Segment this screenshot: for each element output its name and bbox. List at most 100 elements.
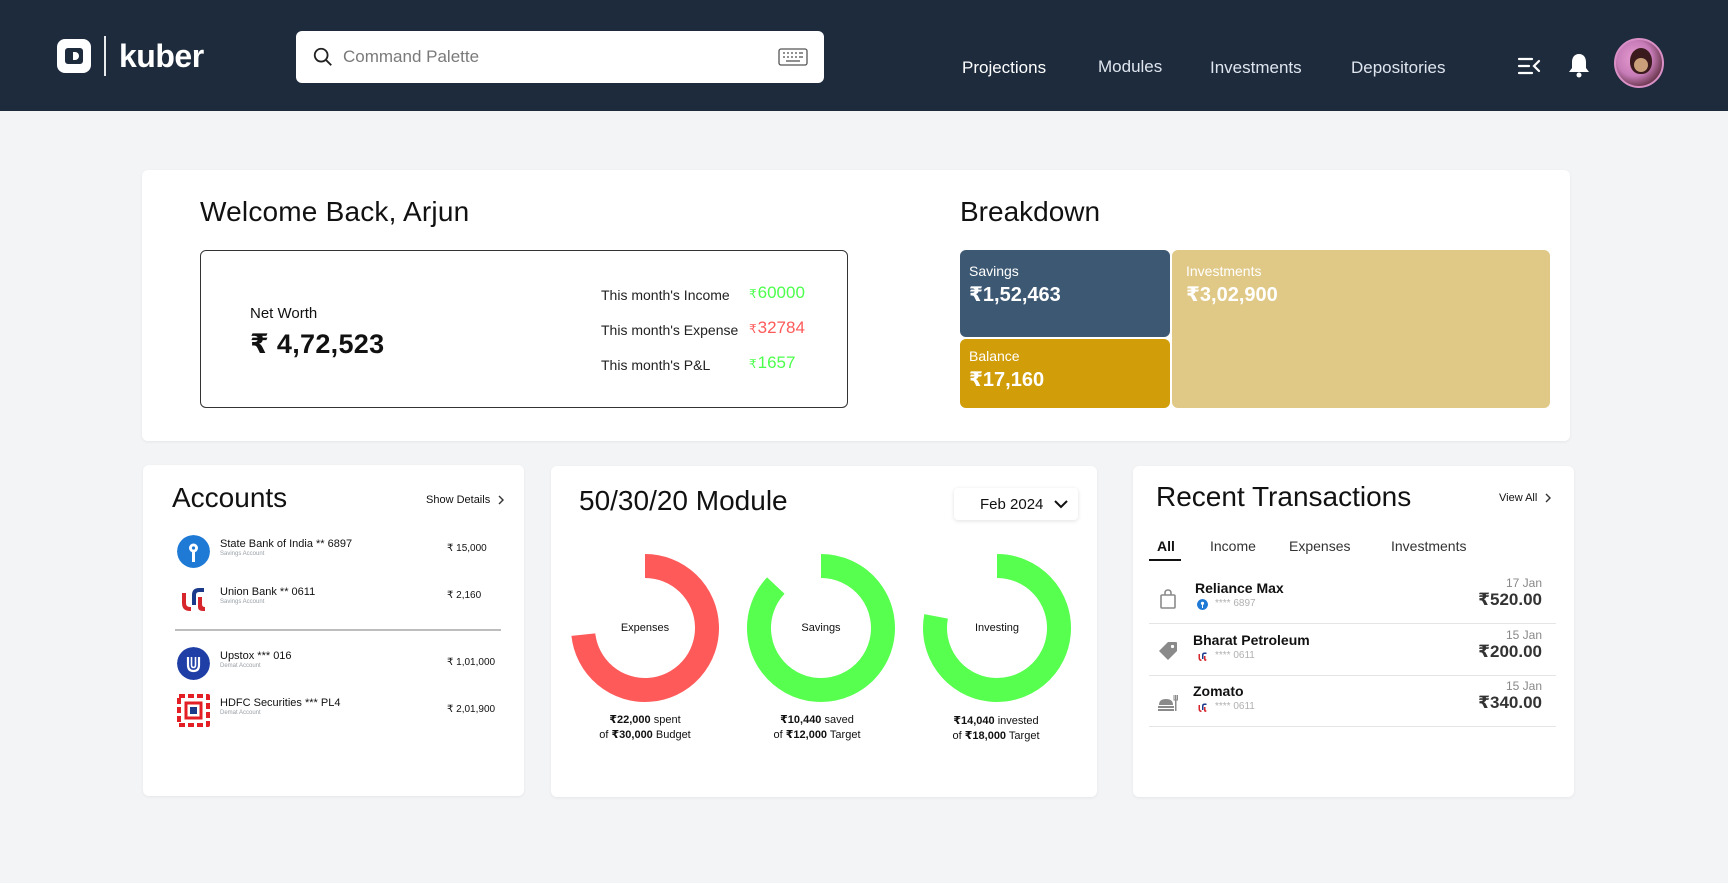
account-item[interactable]: Upstox *** 016 Demat Account ₹ 1,01,000 (177, 643, 495, 683)
account-item[interactable]: State Bank of India ** 6897 Savings Acco… (177, 531, 487, 571)
account-name: HDFC Securities *** PL4 (220, 697, 341, 709)
month-select-value: Feb 2024 (980, 495, 1044, 513)
show-details-label: Show Details (426, 494, 491, 506)
account-type: Demat Account (220, 710, 261, 716)
account-item[interactable]: Union Bank ** 0611 Savings Account ₹ 2,1… (177, 579, 487, 619)
pnl-amount: 1657 (757, 353, 796, 372)
brand-logo[interactable]: kuber (57, 36, 204, 76)
command-palette[interactable] (296, 31, 824, 83)
show-details-link[interactable]: Show Details (426, 494, 506, 506)
savings-tile[interactable]: Savings ₹1,52,463 (960, 250, 1170, 337)
month-select[interactable]: Feb 2024 (954, 488, 1078, 520)
pnl-label: This month's P&L (601, 357, 711, 373)
sbi-logo-icon (1197, 599, 1208, 610)
account-balance: ₹ 2,01,900 (447, 704, 496, 715)
caption-verb: invested (997, 715, 1039, 727)
account-type: Demat Account (220, 663, 261, 669)
account-name: Union Bank ** 0611 (220, 586, 316, 598)
accounts-card: Accounts Show Details State Bank of Indi… (143, 465, 524, 796)
transaction-row[interactable]: Zomato **** 0611 15 Jan ₹340.00 (1149, 677, 1556, 727)
expense-currency: ₹ (749, 322, 757, 336)
merchant-name: Zomato (1193, 683, 1244, 699)
caption-target: ₹30,000 (611, 729, 653, 741)
donut-label: Investing (974, 622, 1020, 634)
breakdown-heading: Breakdown (960, 196, 1101, 227)
account-number: **** 0611 (1215, 650, 1255, 661)
transaction-row[interactable]: Bharat Petroleum **** 0611 15 Jan ₹200.0… (1149, 626, 1556, 676)
tab-investments[interactable]: Investments (1391, 538, 1466, 554)
nav-depositories[interactable]: Depositories (1351, 58, 1446, 78)
transaction-date: 15 Jan (1505, 679, 1542, 693)
view-all-label: View All (1499, 492, 1538, 504)
logo-divider (104, 36, 106, 76)
savings-tile-label: Savings (969, 263, 1019, 279)
transaction-amount: ₹200.00 (1478, 642, 1542, 661)
caption-target-word: Budget (655, 729, 691, 741)
union-bank-logo-icon (1198, 652, 1207, 661)
expenses-donut: Expenses (567, 550, 723, 706)
transaction-date: 15 Jan (1505, 628, 1542, 642)
donut-label: Savings (801, 622, 841, 634)
account-balance: ₹ 1,01,000 (447, 657, 496, 668)
account-type: Savings Account (220, 551, 265, 557)
user-avatar[interactable] (1614, 38, 1664, 88)
upstox-logo-icon (177, 647, 210, 680)
caption-target: ₹18,000 (964, 730, 1007, 742)
menu-collapse-icon[interactable] (1517, 56, 1541, 76)
merchant-name: Bharat Petroleum (1193, 632, 1310, 648)
income-currency: ₹ (749, 287, 757, 301)
balance-tile-value: ₹17,160 (969, 369, 1045, 391)
investments-tile[interactable]: Investments ₹3,02,900 (1172, 250, 1550, 408)
nav-projections[interactable]: Projections (962, 58, 1046, 78)
balance-tile-label: Balance (969, 348, 1020, 364)
income-amount: 60000 (757, 283, 805, 302)
kuber-logo-icon (57, 39, 91, 73)
union-bank-logo-icon (1198, 703, 1207, 712)
account-number: **** 6897 (1215, 598, 1256, 609)
keyboard-icon[interactable] (778, 48, 808, 66)
chevron-right-icon (498, 495, 505, 505)
caption-verb: spent (653, 714, 681, 726)
accounts-heading: Accounts (172, 482, 288, 513)
command-palette-input[interactable] (343, 47, 778, 67)
transaction-row[interactable]: Reliance Max **** 6897 17 Jan ₹520.00 (1149, 574, 1556, 624)
budget-module-card: 50/30/20 Module Feb 2024 Expenses ₹22,00… (551, 466, 1097, 797)
tab-expenses[interactable]: Expenses (1289, 538, 1350, 554)
overview-card: Welcome Back, Arjun Net Worth ₹ 4,72,523… (142, 170, 1570, 441)
investments-tile-value: ₹3,02,900 (1186, 284, 1278, 306)
top-navbar: kuber Projections Modules Investments De… (0, 0, 1728, 111)
transaction-amount: ₹520.00 (1478, 590, 1542, 609)
shopping-bag-icon (1160, 589, 1176, 609)
account-type: Savings Account (220, 599, 265, 605)
bell-icon[interactable] (1568, 52, 1590, 78)
expense-value: ₹32784 (749, 318, 805, 338)
pnl-currency: ₹ (749, 357, 757, 371)
view-all-link[interactable]: View All (1499, 492, 1553, 504)
net-worth-box: Net Worth ₹ 4,72,523 This month's Income… (200, 250, 848, 408)
account-name: Upstox *** 016 (220, 650, 292, 662)
caption-amount: ₹22,000 (609, 714, 651, 726)
tab-income[interactable]: Income (1210, 538, 1256, 554)
investing-caption: ₹14,040 invested of ₹18,000 Target (916, 714, 1076, 744)
tag-icon (1159, 642, 1177, 660)
account-item[interactable]: HDFC Securities *** PL4 Demat Account ₹ … (177, 690, 495, 730)
net-worth-value: ₹ 4,72,523 (250, 329, 385, 359)
account-number: **** 0611 (1215, 701, 1255, 712)
merchant-name: Reliance Max (1195, 580, 1284, 596)
nav-modules[interactable]: Modules (1098, 57, 1162, 77)
tab-all[interactable]: All (1157, 538, 1175, 554)
food-icon (1158, 695, 1178, 711)
expense-label: This month's Expense (601, 322, 739, 338)
caption-verb: saved (824, 714, 854, 726)
expenses-caption: ₹22,000 spent of ₹30,000 Budget (565, 713, 725, 743)
net-worth-label: Net Worth (250, 305, 318, 322)
balance-tile[interactable]: Balance ₹17,160 (960, 339, 1170, 408)
nav-investments[interactable]: Investments (1210, 58, 1302, 78)
transaction-amount: ₹340.00 (1478, 693, 1542, 712)
hdfc-logo-icon (177, 694, 210, 727)
caption-target-word: Target (829, 729, 861, 741)
investments-tile-label: Investments (1186, 263, 1262, 279)
savings-caption: ₹10,440 saved of ₹12,000 Target (737, 713, 897, 743)
chevron-down-icon (1054, 500, 1068, 509)
savings-donut: Savings (743, 550, 899, 706)
